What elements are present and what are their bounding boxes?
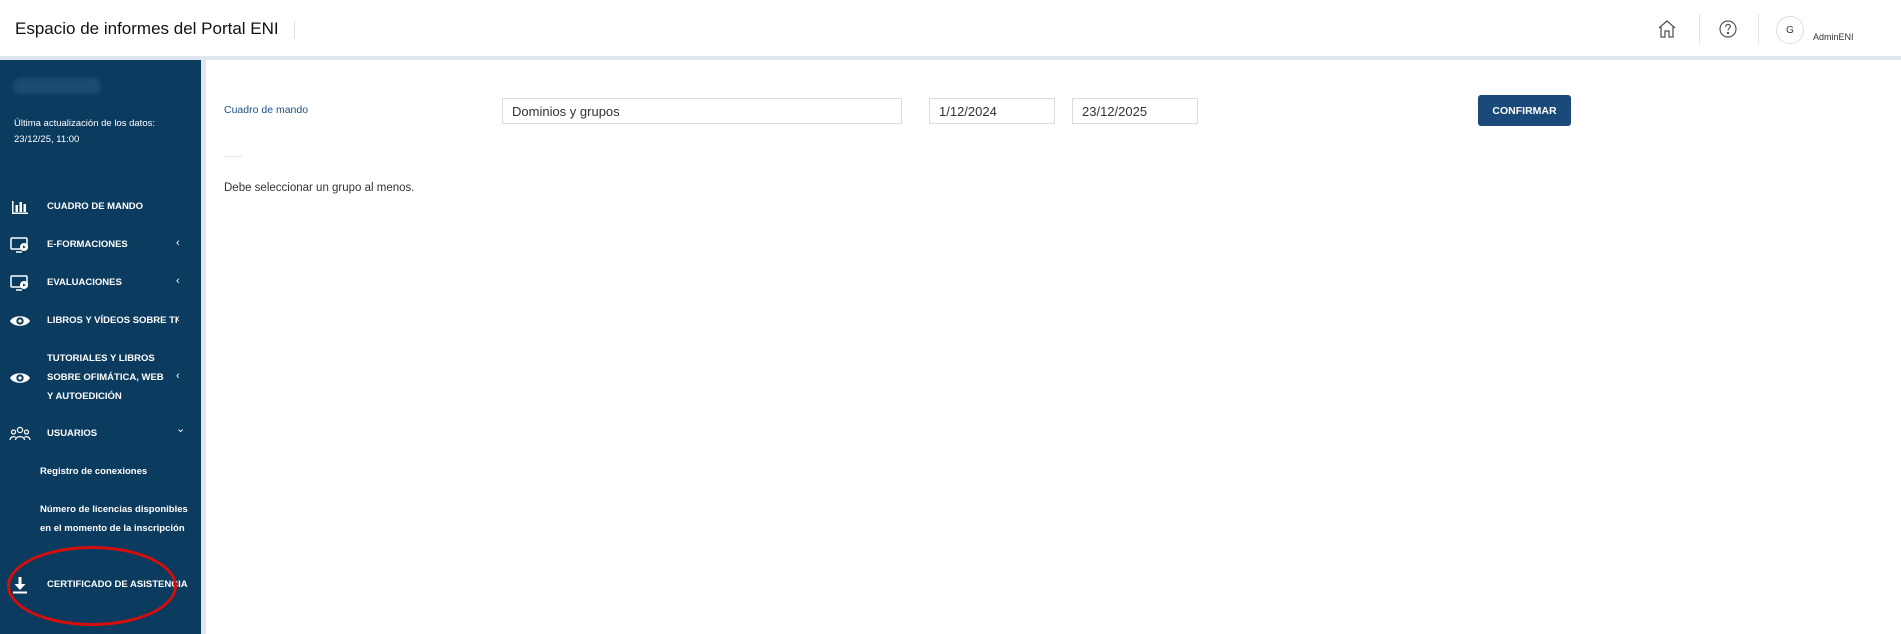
group-select[interactable] <box>502 98 902 124</box>
logo <box>14 78 100 94</box>
sidebar-subitem-registro-conexiones[interactable]: Registro de conexiones <box>40 462 190 481</box>
sidebar-edge <box>201 60 206 634</box>
monitor-play-icon <box>9 274 31 292</box>
data-update-info: Última actualización de los datos: 23/12… <box>14 116 194 148</box>
title-divider <box>294 21 295 39</box>
eye-icon <box>9 369 31 387</box>
page-title: Espacio de informes del Portal ENI <box>15 19 279 38</box>
breadcrumb[interactable]: Cuadro de mando <box>224 104 308 116</box>
validation-message: Debe seleccionar un grupo al menos. <box>224 182 415 194</box>
chevron-left-icon: ‹ <box>176 313 180 325</box>
header-separator <box>1758 14 1759 44</box>
monitor-play-icon <box>9 236 31 254</box>
sidebar-item-e-formaciones[interactable]: E-FORMACIONES ‹ <box>0 235 201 255</box>
sidebar-subitem-numero-licencias[interactable]: Número de licencias disponibles en el mo… <box>40 500 190 538</box>
bar-chart-icon <box>9 198 31 216</box>
update-time: 23/12/25, 11:00 <box>14 134 80 145</box>
sidebar-item-label: E-FORMACIONES <box>47 239 128 250</box>
download-icon <box>9 576 31 594</box>
user-name[interactable]: AdminENI <box>1813 32 1854 42</box>
update-label: Última actualización de los datos: <box>14 118 155 129</box>
sidebar-item-tutoriales[interactable]: TUTORIALES Y LIBROS SOBRE OFIMÁTICA, WEB… <box>0 349 201 407</box>
date-from-field[interactable] <box>929 98 1055 124</box>
chevron-left-icon: ‹ <box>176 370 180 382</box>
sidebar-item-certificado-asistencia[interactable]: CERTIFICADO DE ASISTENCIA <box>0 575 201 595</box>
sidebar-item-label: LIBROS Y VÍDEOS SOBRE TI <box>47 315 178 326</box>
confirm-button[interactable]: CONFIRMAR <box>1478 95 1571 126</box>
sidebar-item-libros-videos[interactable]: LIBROS Y VÍDEOS SOBRE TI ‹ <box>0 311 201 331</box>
divider <box>224 156 242 157</box>
help-icon[interactable] <box>1716 17 1740 41</box>
sidebar-item-usuarios[interactable]: USUARIOS ⌄ <box>0 423 201 444</box>
chevron-left-icon: ‹ <box>176 275 180 287</box>
sidebar-item-label: CUADRO DE MANDO <box>47 201 144 212</box>
chevron-down-icon: ⌄ <box>176 423 186 435</box>
avatar[interactable]: G <box>1776 16 1804 44</box>
sidebar-item-label: TUTORIALES Y LIBROS SOBRE OFIMÁTICA, WEB… <box>47 353 164 402</box>
sidebar: Última actualización de los datos: 23/12… <box>0 60 201 634</box>
sidebar-item-label: CERTIFICADO DE ASISTENCIA <box>47 579 188 590</box>
home-icon[interactable] <box>1655 17 1679 41</box>
eye-icon <box>9 312 31 330</box>
header-separator <box>1699 14 1700 44</box>
sidebar-item-cuadro-de-mando[interactable]: CUADRO DE MANDO <box>0 197 201 217</box>
sidebar-item-label: USUARIOS <box>47 428 98 439</box>
chevron-left-icon: ‹ <box>176 237 180 249</box>
sidebar-item-evaluaciones[interactable]: EVALUACIONES ‹ <box>0 273 201 293</box>
date-to-field[interactable] <box>1072 98 1198 124</box>
top-bar: Espacio de informes del Portal ENI G Adm… <box>0 0 1901 60</box>
users-icon <box>9 425 31 443</box>
sidebar-item-label: EVALUACIONES <box>47 277 122 288</box>
